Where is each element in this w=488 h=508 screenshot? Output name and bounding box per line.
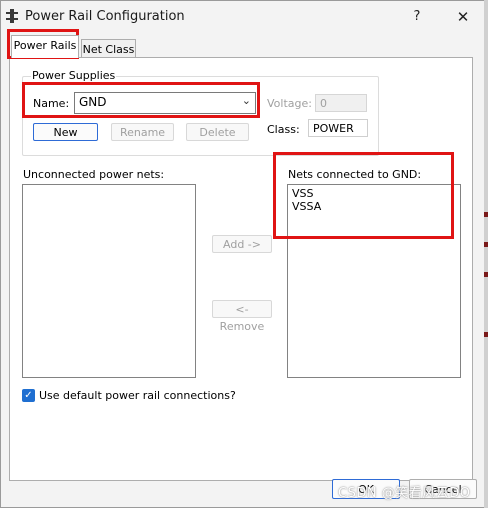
tab-net-class-label: Net Class [82, 43, 135, 56]
tab-power-rails[interactable]: Power Rails [11, 35, 79, 58]
background-window-edge [484, 0, 488, 508]
delete-button[interactable]: Delete [186, 123, 249, 141]
app-icon [6, 9, 18, 23]
list-item[interactable]: VSS [288, 187, 460, 200]
background-marker [484, 272, 488, 277]
rename-button[interactable]: Rename [111, 123, 174, 141]
power-rail-dialog: Power Rail Configuration ? ✕ Power Rails… [0, 0, 485, 508]
new-button[interactable]: New [33, 123, 98, 141]
connected-nets-label: Nets connected to GND: [288, 168, 422, 181]
chevron-down-icon: ⌄ [241, 94, 251, 107]
close-icon[interactable]: ✕ [450, 6, 476, 28]
background-marker [484, 332, 488, 337]
class-field[interactable]: POWER [308, 119, 368, 137]
unconnected-nets-list[interactable] [22, 184, 196, 378]
help-button[interactable]: ? [404, 6, 430, 28]
title-bar: Power Rail Configuration ? ✕ [1, 1, 485, 33]
voltage-field[interactable]: 0 [315, 94, 367, 112]
connected-nets-list[interactable]: VSS VSSA [287, 184, 461, 378]
class-label: Class: [267, 123, 300, 136]
power-supplies-group [22, 76, 379, 156]
window-title: Power Rail Configuration [25, 9, 185, 24]
add-button[interactable]: Add -> [212, 235, 272, 253]
name-dropdown[interactable]: GND ⌄ [74, 92, 256, 114]
background-marker [484, 242, 488, 247]
name-label: Name: [33, 97, 70, 110]
default-connections-checkbox[interactable]: ✓ [22, 389, 35, 402]
tab-power-rails-label: Power Rails [13, 39, 77, 52]
name-dropdown-value: GND [79, 95, 107, 109]
background-marker [484, 212, 488, 217]
unconnected-nets-label: Unconnected power nets: [23, 168, 165, 181]
remove-button[interactable]: <- Remove [212, 300, 272, 333]
watermark-text: CSDN @笑看风云DO [338, 486, 471, 501]
list-item[interactable]: VSSA [288, 200, 460, 213]
voltage-label: Voltage: [267, 97, 312, 110]
default-connections-label: Use default power rail connections? [39, 389, 236, 402]
power-supplies-group-label: Power Supplies [31, 69, 117, 82]
